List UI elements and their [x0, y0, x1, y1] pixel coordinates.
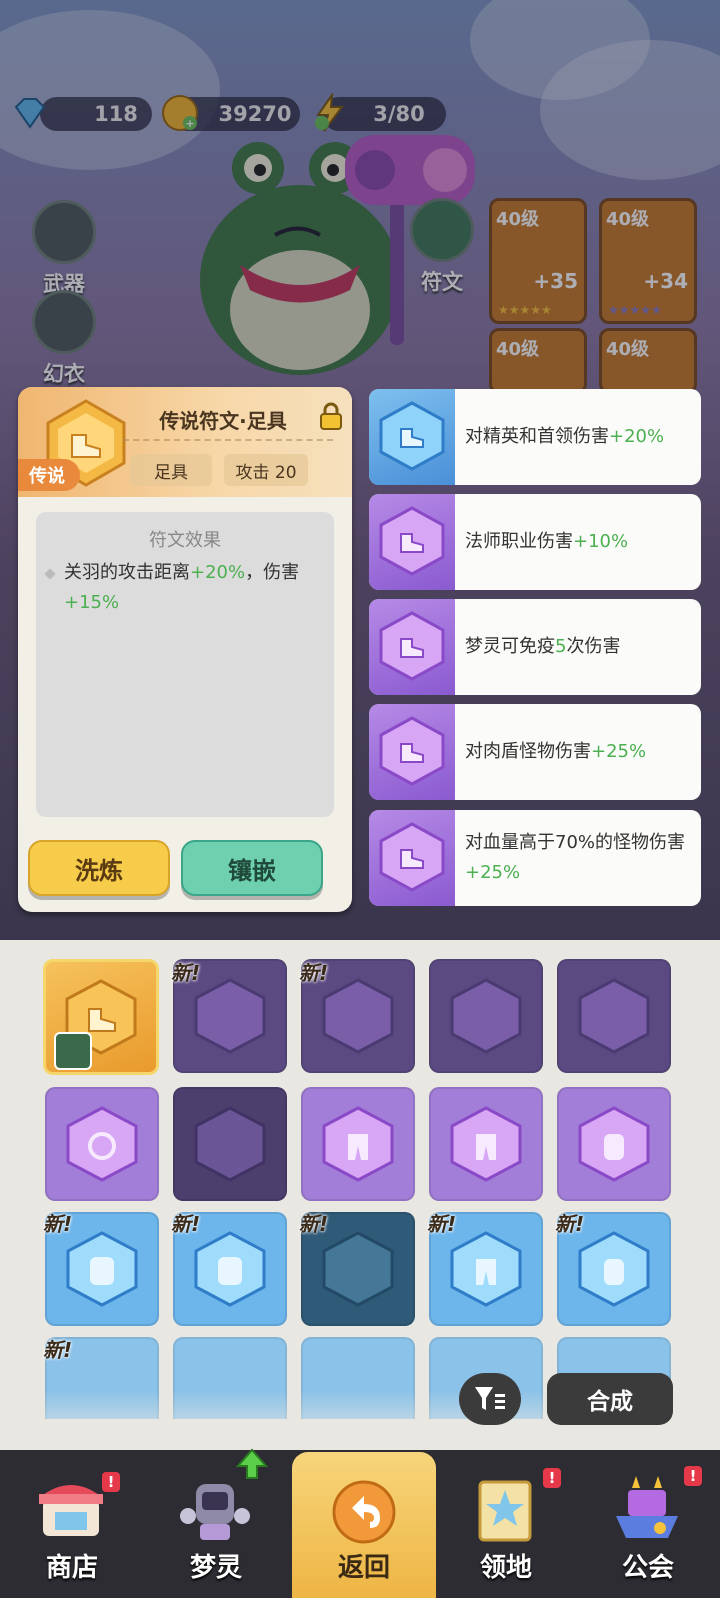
- shop-icon: [39, 1485, 103, 1536]
- blue-armor-rune-icon: [194, 1231, 266, 1307]
- filter-funnel-icon: [475, 1387, 505, 1410]
- new-label: 新!: [171, 961, 201, 985]
- rune-slot-selected[interactable]: [43, 959, 159, 1075]
- purple-glove-rune-icon: [322, 978, 394, 1054]
- lock-icon[interactable]: [318, 401, 344, 431]
- purple-pants-rune-icon: [450, 1106, 522, 1182]
- guild-alert-badge: !: [684, 1466, 702, 1486]
- rune-detail-card: 传说 传说符文·足具 足具 攻击 20 符文效果 关羽的攻击距离+20%，伤害+…: [18, 387, 352, 912]
- nav-spirit[interactable]: 梦灵: [144, 1448, 288, 1598]
- territory-alert-badge: !: [543, 1468, 561, 1488]
- reforge-button[interactable]: 洗炼: [28, 840, 170, 896]
- guild-ship-icon: [616, 1476, 678, 1538]
- new-label: 新!: [299, 961, 329, 985]
- rune-option-text: 法师职业伤害+10%: [465, 531, 629, 552]
- rune-title: 传说符文·足具: [159, 409, 287, 433]
- effect-description: 关羽的攻击距离+20%，伤害+15%: [64, 562, 300, 613]
- new-label: 新!: [555, 1212, 585, 1236]
- rune-slot[interactable]: [45, 1087, 159, 1201]
- frog-equipped-avatar: [54, 1032, 92, 1070]
- nav-spirit-label: 梦灵: [189, 1553, 242, 1583]
- purple-ring-rune-icon: [194, 1106, 266, 1182]
- blue-armor-rune-icon: [66, 1231, 138, 1307]
- rune-slot[interactable]: [429, 1087, 543, 1201]
- rune-option-text: 梦灵可免疫5次伤害: [465, 636, 621, 657]
- rune-slot[interactable]: [173, 1087, 287, 1201]
- nav-shop-label: 商店: [45, 1553, 98, 1583]
- rune-effect-panel: 符文效果 关羽的攻击距离+20%，伤害+15%: [36, 512, 334, 817]
- purple-boot-rune-icon: [379, 822, 445, 892]
- embed-button[interactable]: 镶嵌: [181, 840, 323, 896]
- nav-guild-label: 公会: [621, 1553, 674, 1583]
- attack-stat-chip: 攻击 20: [224, 454, 308, 486]
- filter-button[interactable]: [459, 1373, 521, 1425]
- rune-slot[interactable]: [301, 1087, 415, 1201]
- new-label: 新!: [299, 1212, 329, 1236]
- purple-pants-rune-icon: [578, 978, 650, 1054]
- rune-option-item[interactable]: 对肉盾怪物伤害+25%: [369, 704, 701, 800]
- purple-boot-rune-icon: [194, 978, 266, 1054]
- slot-chip: 足具: [130, 454, 212, 486]
- rune-option-text: 对血量高于70%的怪物伤害+25%: [465, 832, 686, 883]
- blue-glove-rune-icon: [578, 1231, 650, 1307]
- effect-title: 符文效果: [149, 530, 221, 551]
- purple-glove-rune-icon: [578, 1106, 650, 1182]
- bullet-diamond-icon: [44, 568, 56, 580]
- nav-return[interactable]: 返回: [292, 1450, 436, 1598]
- nav-return-label: 返回: [337, 1553, 390, 1583]
- purple-boot-rune-icon: [379, 716, 445, 786]
- shop-alert-badge: !: [102, 1472, 120, 1492]
- rune-slot[interactable]: [429, 959, 543, 1073]
- nav-territory-label: 领地: [479, 1553, 532, 1583]
- rune-option-item[interactable]: 对血量高于70%的怪物伤害+25%: [369, 810, 701, 906]
- purple-helmet-rune-icon: [450, 978, 522, 1054]
- return-arrow-icon: [332, 1480, 396, 1544]
- merge-button[interactable]: 合成: [547, 1373, 673, 1425]
- rune-option-item[interactable]: 法师职业伤害+10%: [369, 494, 701, 590]
- new-label: 新!: [171, 1212, 201, 1236]
- blue-pants-rune-icon: [450, 1231, 522, 1307]
- new-label: 新!: [427, 1212, 457, 1236]
- rune-option-item[interactable]: 对精英和首领伤害+20%: [369, 389, 701, 485]
- blue-armor-rune-icon: [322, 1231, 394, 1307]
- territory-map-icon: [478, 1480, 532, 1542]
- new-label: 新!: [43, 1212, 73, 1236]
- purple-ring-rune-icon: [66, 1106, 138, 1182]
- spirit-robot-icon: [180, 1484, 250, 1540]
- purple-pants-rune-icon: [322, 1106, 394, 1182]
- blue-boot-rune-icon: [379, 401, 445, 471]
- rune-slot[interactable]: [557, 959, 671, 1073]
- new-label: 新!: [43, 1338, 73, 1362]
- purple-boot-rune-icon: [379, 506, 445, 576]
- rarity-tag: 传说: [18, 459, 80, 491]
- upgrade-arrow-icon: [236, 1448, 268, 1479]
- title-divider: [123, 439, 333, 441]
- purple-boot-rune-icon: [379, 611, 445, 681]
- rune-option-text: 对精英和首领伤害+20%: [465, 426, 665, 447]
- rune-option-item[interactable]: 梦灵可免疫5次伤害: [369, 599, 701, 695]
- rune-option-text: 对肉盾怪物伤害+25%: [465, 741, 647, 762]
- rune-slot[interactable]: [557, 1087, 671, 1201]
- nav-shop[interactable]: 商店: [0, 1450, 144, 1598]
